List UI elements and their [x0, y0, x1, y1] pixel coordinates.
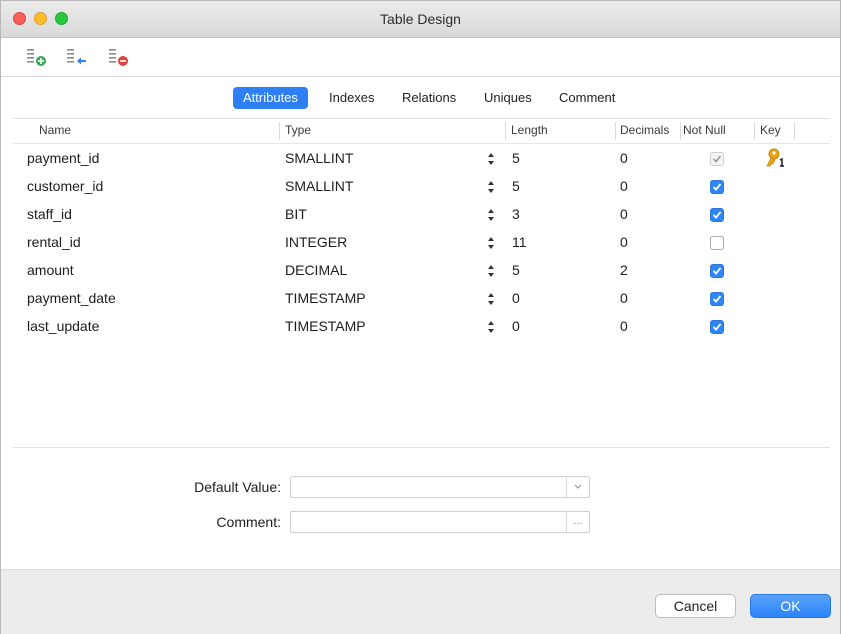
column-divider	[680, 122, 681, 140]
column-divider	[794, 122, 795, 140]
tab-comment[interactable]: Comment	[549, 87, 625, 109]
header-length[interactable]: Length	[511, 123, 548, 137]
field-length[interactable]: 11	[512, 234, 527, 250]
field-name[interactable]: payment_date	[27, 290, 116, 306]
header-name[interactable]: Name	[39, 123, 71, 137]
not-null-checkbox[interactable]	[710, 152, 724, 166]
field-type[interactable]: INTEGER	[285, 234, 347, 250]
add-field-button[interactable]	[27, 48, 53, 68]
chevron-down-icon[interactable]	[566, 477, 589, 497]
type-stepper-icon[interactable]	[487, 178, 495, 196]
tab-uniques[interactable]: Uniques	[474, 87, 542, 109]
default-value-label: Default Value:	[194, 479, 281, 495]
field-decimals[interactable]: 0	[620, 206, 628, 222]
table-row[interactable]: staff_id BIT 3 0	[13, 200, 830, 228]
field-decimals[interactable]: 2	[620, 262, 628, 278]
field-decimals[interactable]: 0	[620, 318, 628, 334]
delete-field-icon	[109, 49, 128, 66]
column-divider	[279, 122, 280, 140]
field-length[interactable]: 5	[512, 262, 520, 278]
not-null-checkbox[interactable]	[710, 320, 724, 334]
field-length[interactable]: 0	[512, 318, 520, 334]
field-name[interactable]: customer_id	[27, 178, 103, 194]
column-divider	[754, 122, 755, 140]
table-row[interactable]: last_update TIMESTAMP 0 0	[13, 312, 830, 340]
field-type[interactable]: DECIMAL	[285, 262, 347, 278]
field-name[interactable]: staff_id	[27, 206, 72, 222]
field-type[interactable]: TIMESTAMP	[285, 290, 366, 306]
header-decimals[interactable]: Decimals	[620, 123, 669, 137]
not-null-checkbox[interactable]	[710, 236, 724, 250]
not-null-checkbox[interactable]	[710, 208, 724, 222]
column-divider	[505, 122, 506, 140]
comment-field[interactable]: ...	[290, 511, 590, 533]
type-stepper-icon[interactable]	[487, 150, 495, 168]
toolbar	[1, 38, 840, 77]
field-name[interactable]: last_update	[27, 318, 99, 334]
field-type[interactable]: SMALLINT	[285, 150, 353, 166]
type-stepper-icon[interactable]	[487, 234, 495, 252]
tab-attributes[interactable]: Attributes	[233, 87, 308, 109]
header-type[interactable]: Type	[285, 123, 311, 137]
field-name[interactable]: rental_id	[27, 234, 81, 250]
primary-key-icon	[766, 148, 784, 167]
field-type[interactable]: BIT	[285, 206, 307, 222]
field-decimals[interactable]: 0	[620, 150, 628, 166]
title-bar: Table Design	[1, 1, 840, 38]
insert-field-icon	[67, 49, 86, 65]
field-type[interactable]: TIMESTAMP	[285, 318, 366, 334]
type-stepper-icon[interactable]	[487, 262, 495, 280]
dialog-footer: Cancel OK	[1, 569, 840, 634]
type-stepper-icon[interactable]	[487, 290, 495, 308]
not-null-checkbox[interactable]	[710, 180, 724, 194]
comment-label: Comment:	[216, 514, 281, 530]
column-divider	[615, 122, 616, 140]
tab-indexes[interactable]: Indexes	[319, 87, 385, 109]
field-name[interactable]: payment_id	[27, 150, 99, 166]
table-row[interactable]: payment_date TIMESTAMP 0 0	[13, 284, 830, 312]
table-row[interactable]: customer_id SMALLINT 5 0	[13, 172, 830, 200]
field-decimals[interactable]: 0	[620, 178, 628, 194]
table-header: Name Type Length Decimals Not Null Key	[13, 119, 830, 144]
field-decimals[interactable]: 0	[620, 234, 628, 250]
insert-field-button[interactable]	[67, 48, 93, 68]
field-length[interactable]: 5	[512, 150, 520, 166]
field-length[interactable]: 0	[512, 290, 520, 306]
not-null-checkbox[interactable]	[710, 292, 724, 306]
type-stepper-icon[interactable]	[487, 318, 495, 336]
header-key[interactable]: Key	[760, 123, 781, 137]
tab-relations[interactable]: Relations	[392, 87, 466, 109]
window-title: Table Design	[380, 11, 461, 27]
type-stepper-icon[interactable]	[487, 206, 495, 224]
table-row[interactable]: amount DECIMAL 5 2	[13, 256, 830, 284]
field-length[interactable]: 5	[512, 178, 520, 194]
field-length[interactable]: 3	[512, 206, 520, 222]
table-row[interactable]: rental_id INTEGER 11 0	[13, 228, 830, 256]
ok-button[interactable]: OK	[750, 594, 831, 618]
field-name[interactable]: amount	[27, 262, 74, 278]
table-row[interactable]: payment_id SMALLINT 5 0	[13, 144, 830, 172]
add-field-icon	[27, 49, 46, 66]
field-type[interactable]: SMALLINT	[285, 178, 353, 194]
header-not-null[interactable]: Not Null	[683, 123, 726, 137]
delete-field-button[interactable]	[109, 48, 135, 68]
default-value-combobox[interactable]	[290, 476, 590, 498]
comment-more-button[interactable]: ...	[566, 512, 589, 532]
field-decimals[interactable]: 0	[620, 290, 628, 306]
cancel-button[interactable]: Cancel	[655, 594, 736, 618]
attributes-table: Name Type Length Decimals Not Null Key p…	[13, 118, 830, 448]
not-null-checkbox[interactable]	[710, 264, 724, 278]
table-design-window: Table Design Attributes Indexes Relation…	[0, 0, 841, 634]
